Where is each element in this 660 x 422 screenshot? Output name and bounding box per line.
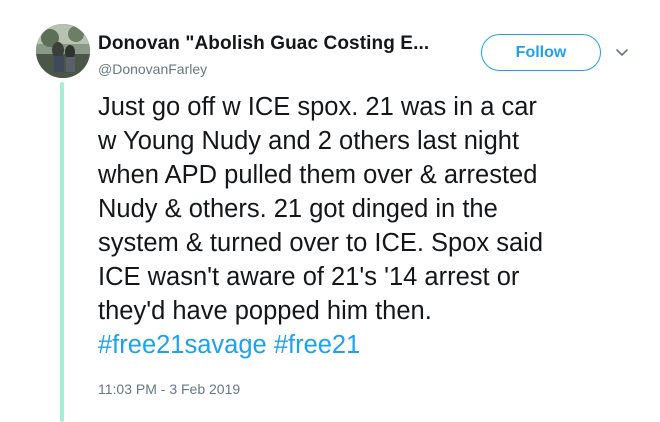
- hashtag-link[interactable]: #free21savage: [98, 331, 267, 359]
- tweet-text-line: system & turned over to ICE. Spox said: [98, 229, 544, 257]
- avatar[interactable]: [36, 24, 90, 78]
- tweet-text-line: Nudy & others. 21 got dinged in the: [98, 195, 498, 223]
- avatar-image: [36, 24, 90, 78]
- hashtag-link[interactable]: #free21: [274, 331, 361, 359]
- thread-connector-line: [60, 82, 64, 422]
- chevron-down-icon[interactable]: [614, 44, 630, 60]
- tweet-timestamp[interactable]: 11:03 PM - 3 Feb 2019: [98, 381, 240, 397]
- tweet-text-line: w Young Nudy and 2 others last night: [98, 127, 520, 155]
- tweet-text-line: when APD pulled them over & arrested: [98, 161, 538, 189]
- tweet-text-line: Just go off w ICE spox. 21 was in a car: [98, 93, 537, 121]
- tweet-text-line: they'd have popped him then.: [98, 297, 432, 325]
- follow-button-label: Follow: [515, 43, 567, 61]
- tweet-text: Just go off w ICE spox. 21 was in a car …: [98, 90, 638, 362]
- author-display-name[interactable]: Donovan "Abolish Guac Costing E...: [98, 33, 429, 55]
- tweet-text-line: ICE wasn't aware of 21's '14 arrest or: [98, 263, 520, 291]
- hashtag-line: #free21savage #free21: [98, 328, 638, 362]
- follow-button[interactable]: Follow: [481, 34, 601, 71]
- author-handle[interactable]: @DonovanFarley: [98, 61, 207, 77]
